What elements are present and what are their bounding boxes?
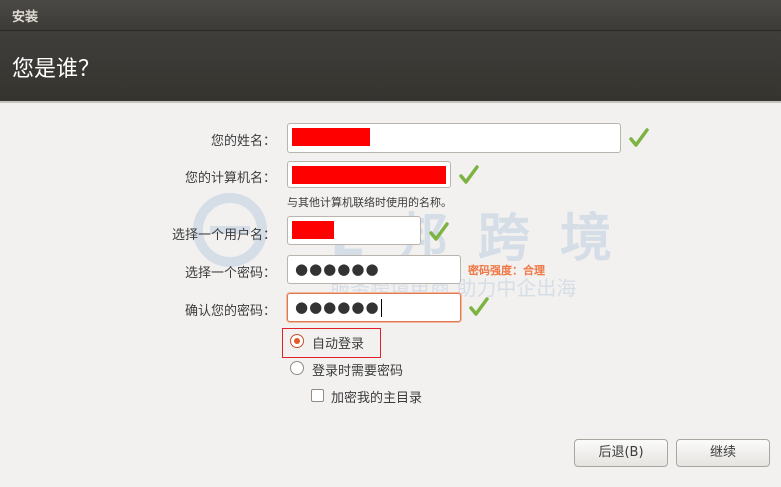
confirm-password-value: ●●●●●● <box>295 298 380 316</box>
username-label: 选择一个用户名： <box>171 228 276 243</box>
encrypt-home-label[interactable]: 加密我的主目录 <box>331 387 422 406</box>
confirm-password-input[interactable]: ●●●●●● <box>287 293 461 322</box>
text-cursor <box>380 298 382 317</box>
header-divider <box>0 101 781 103</box>
check-icon <box>429 222 449 241</box>
auto-login-label[interactable]: 自动登录 <box>312 333 364 352</box>
page-header: 您是谁？ <box>0 31 781 101</box>
password-label: 选择一个密码： <box>184 266 276 281</box>
computer-name-hint: 与其他计算机联络时使用的名称。 <box>287 196 452 209</box>
redaction-bar <box>292 128 370 146</box>
window-title: 安装 <box>12 10 39 25</box>
username-input[interactable] <box>287 216 421 245</box>
require-password-label[interactable]: 登录时需要密码 <box>312 360 403 379</box>
continue-button[interactable]: 继续 <box>676 439 770 467</box>
computer-name-input[interactable] <box>287 161 451 188</box>
confirm-password-label: 确认您的密码： <box>184 304 276 319</box>
redaction-bar <box>292 221 334 239</box>
redaction-bar <box>292 166 446 184</box>
check-icon <box>629 128 649 147</box>
password-input[interactable]: ●●●●●● <box>287 255 461 284</box>
password-mask: ●●●●●● <box>295 260 380 278</box>
confirm-password-mask: ●●●●●● <box>295 298 382 317</box>
back-button[interactable]: 后退(B) <box>574 439 668 467</box>
encrypt-home-checkbox[interactable] <box>311 389 324 402</box>
computer-name-label: 您的计算机名： <box>184 171 276 186</box>
name-label: 您的姓名： <box>210 134 276 149</box>
page-title: 您是谁？ <box>12 57 101 82</box>
name-input[interactable] <box>287 123 621 153</box>
password-strength: 密码强度：合理 <box>468 264 545 277</box>
require-password-radio[interactable] <box>290 361 304 375</box>
check-icon <box>469 297 489 316</box>
check-icon <box>459 165 479 184</box>
window-titlebar: 安装 <box>0 0 781 31</box>
auto-login-radio[interactable] <box>290 334 304 348</box>
